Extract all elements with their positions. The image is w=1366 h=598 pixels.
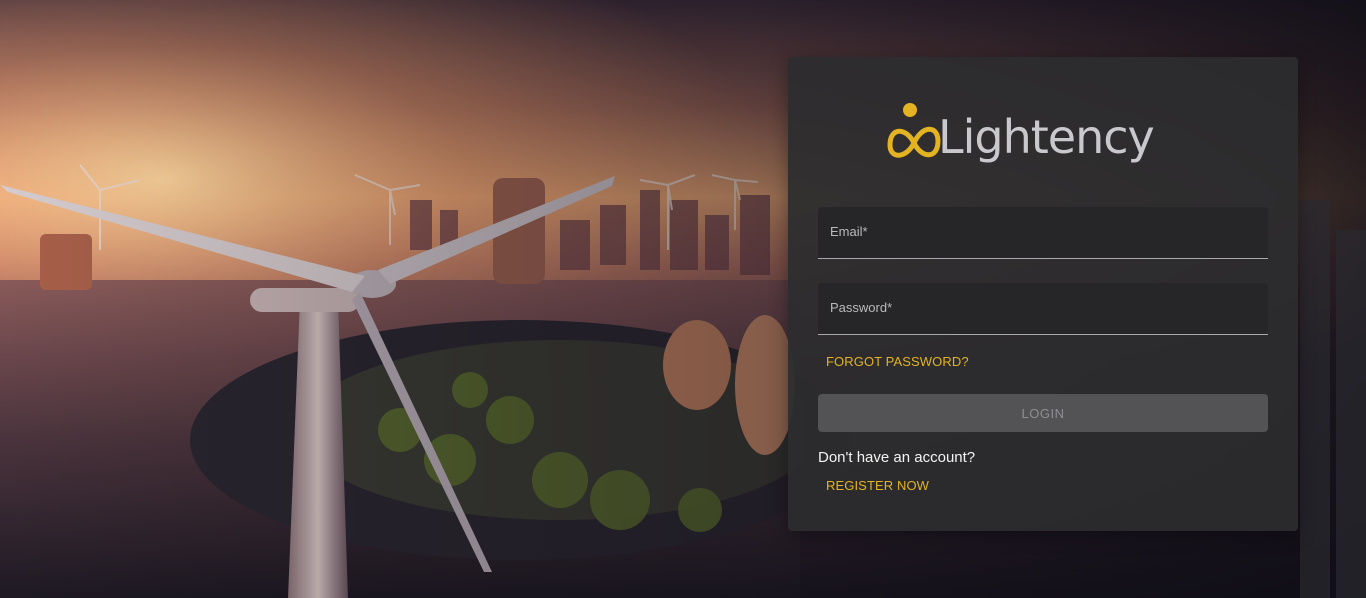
brand-name: Lightency [938,110,1155,164]
password-field[interactable]: Password* [818,283,1268,335]
login-card: Lightency Email* Password* FORGOT PASSWO… [788,57,1298,531]
register-link[interactable]: REGISTER NOW [826,478,929,493]
login-page: Lightency Email* Password* FORGOT PASSWO… [0,0,1366,598]
forgot-password-link[interactable]: FORGOT PASSWORD? [826,354,969,369]
brand-logo: Lightency [884,101,1155,173]
no-account-text: Don't have an account? [818,449,976,466]
infinity-logo-icon [887,103,941,158]
email-input[interactable] [818,207,1268,258]
password-input[interactable] [818,283,1268,334]
email-field[interactable]: Email* [818,207,1268,259]
login-button[interactable]: LOGIN [818,394,1268,432]
